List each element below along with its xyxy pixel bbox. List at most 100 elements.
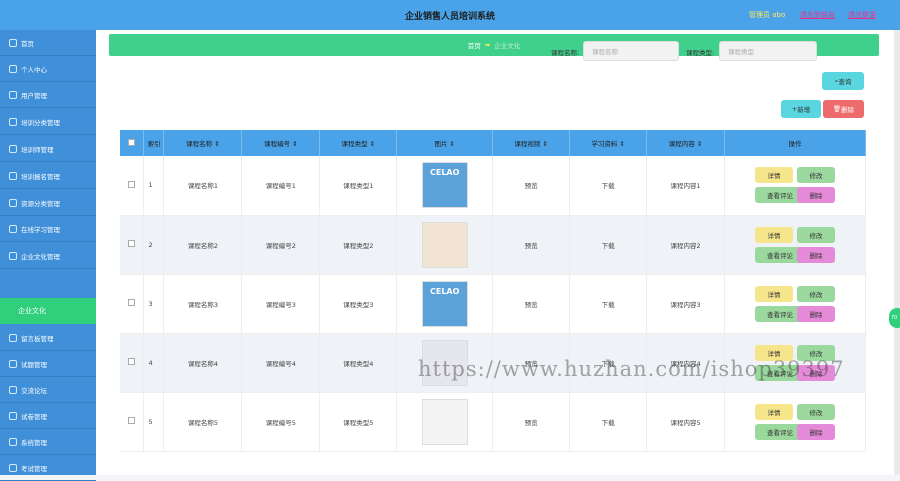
row-type: 课程类型5	[319, 392, 398, 452]
col-picture[interactable]: 图片 ⇕	[396, 130, 494, 156]
sidebar-item-users[interactable]: 用户管理	[0, 82, 96, 108]
sidebar-item-exam[interactable]: 考试管理	[0, 455, 96, 481]
select-all-checkbox[interactable]	[120, 130, 145, 156]
row-picture: CELAO	[396, 156, 494, 216]
row-video-preview[interactable]: 预览	[492, 392, 571, 452]
detail-button[interactable]: 详情	[755, 285, 793, 302]
sidebar-item-resource-category[interactable]: 资源分类管理	[0, 190, 96, 216]
row-video-preview[interactable]: 预览	[492, 215, 571, 275]
row-code: 课程编号5	[241, 392, 321, 452]
sidebar-item-training-category[interactable]: 培训分类管理	[0, 109, 96, 135]
row-type: 课程类型2	[319, 215, 398, 275]
row-picture: CELAO	[396, 274, 494, 334]
row-doc-download[interactable]: 下载	[569, 392, 648, 452]
home-icon	[9, 38, 17, 47]
row-doc-download[interactable]: 下载	[569, 156, 648, 216]
course-table: 索引 课程名称 ⇕ 课程编号 ⇕ 课程类型 ⇕ 图片 ⇕ 课程视频 ⇕ 学习资料…	[120, 130, 866, 452]
add-button[interactable]: + 新增	[781, 100, 821, 118]
row-checkbox[interactable]	[120, 392, 145, 452]
row-checkbox[interactable]	[120, 274, 145, 334]
course-type-label: 课程类型:	[686, 49, 715, 57]
menu-icon	[9, 144, 17, 153]
sidebar-item-system[interactable]: 系统管理	[0, 429, 96, 455]
row-checkbox[interactable]	[120, 156, 145, 216]
table-row: 1 课程名称1 课程编号1 课程类型1 CELAO 预览 下载 课程内容1 详情…	[120, 156, 866, 216]
row-checkbox[interactable]	[120, 215, 145, 275]
menu-icon	[9, 171, 17, 180]
page-scrollbar[interactable]	[894, 30, 900, 475]
row-picture	[396, 392, 494, 452]
edit-button[interactable]: 修改	[797, 226, 835, 243]
watermark: https://www.huzhan.com/ishop39397	[418, 357, 845, 381]
col-name[interactable]: 课程名称 ⇕	[163, 130, 243, 156]
sidebar-item-enroll[interactable]: 培训报名管理	[0, 163, 96, 189]
sidebar-item-questions[interactable]: 试题管理	[0, 351, 96, 377]
course-type-input[interactable]: 课程类型	[719, 41, 817, 61]
row-delete-button[interactable]: 删除	[797, 246, 835, 263]
menu-icon	[9, 359, 17, 368]
row-delete-button[interactable]: 删除	[797, 187, 835, 204]
sidebar-item-papers[interactable]: 试卷管理	[0, 403, 96, 429]
arrow-right-icon: ➡	[484, 41, 491, 49]
row-delete-button[interactable]: 删除	[797, 305, 835, 322]
col-content[interactable]: 课程内容 ⇕	[646, 130, 725, 156]
course-name-label: 课程名称:	[551, 49, 580, 57]
floating-button[interactable]: 70	[889, 308, 900, 328]
breadcrumb-home[interactable]: 首页	[468, 40, 481, 50]
menu-icon	[9, 437, 17, 446]
table-header-row: 索引 课程名称 ⇕ 课程编号 ⇕ 课程类型 ⇕ 图片 ⇕ 课程视频 ⇕ 学习资料…	[120, 130, 866, 156]
course-image	[421, 221, 468, 268]
detail-button[interactable]: 详情	[755, 226, 793, 243]
row-content: 课程内容1	[646, 156, 725, 216]
sidebar-item-message-board[interactable]: 留言板管理	[0, 325, 96, 351]
table-row: 5 课程名称5 课程编号5 课程类型5 预览 下载 课程内容5 详情 修改 查看…	[120, 392, 866, 452]
col-index: 索引	[143, 130, 165, 156]
users-icon	[9, 90, 17, 99]
detail-button[interactable]: 详情	[755, 403, 793, 420]
col-type[interactable]: 课程类型 ⇕	[319, 130, 398, 156]
sidebar-item-profile[interactable]: 个人中心	[0, 56, 96, 82]
col-doc[interactable]: 学习资料 ⇕	[569, 130, 648, 156]
row-name: 课程名称4	[163, 333, 243, 393]
col-actions: 操作	[724, 130, 866, 156]
edit-button[interactable]: 修改	[797, 285, 835, 302]
row-checkbox[interactable]	[120, 333, 145, 393]
col-video[interactable]: 课程视频 ⇕	[492, 130, 571, 156]
logout-link[interactable]: 退出登录	[848, 10, 876, 20]
row-video-preview[interactable]: 预览	[492, 274, 571, 334]
row-doc-download[interactable]: 下载	[569, 274, 648, 334]
table-row: 2 课程名称2 课程编号2 课程类型2 预览 下载 课程内容2 详情 修改 查看…	[120, 215, 866, 275]
sidebar-item-trainer[interactable]: 培训师管理	[0, 136, 96, 162]
row-video-preview[interactable]: 预览	[492, 156, 571, 216]
course-image: CELAO	[421, 162, 468, 209]
course-name-input[interactable]: 课程名称	[583, 41, 679, 61]
detail-button[interactable]: 详情	[755, 167, 793, 184]
sidebar-item-home[interactable]: 首页	[0, 30, 96, 56]
sidebar-subitem-culture[interactable]: 企业文化	[0, 298, 96, 324]
row-delete-button[interactable]: 删除	[797, 423, 835, 440]
row-actions: 详情 修改 查看评论 删除	[724, 392, 866, 452]
menu-icon	[9, 385, 17, 394]
sidebar-item-culture[interactable]: 企业文化管理	[0, 243, 96, 269]
edit-button[interactable]: 修改	[797, 403, 835, 420]
row-index: 4	[143, 333, 165, 393]
row-name: 课程名称5	[163, 392, 243, 452]
row-actions: 详情 修改 查看评论 删除	[724, 274, 866, 334]
row-type: 课程类型4	[319, 333, 398, 393]
row-name: 课程名称1	[163, 156, 243, 216]
row-index: 5	[143, 392, 165, 452]
row-type: 课程类型3	[319, 274, 398, 334]
col-code[interactable]: 课程编号 ⇕	[241, 130, 321, 156]
edit-button[interactable]: 修改	[797, 167, 835, 184]
row-content: 课程内容5	[646, 392, 725, 452]
row-actions: 详情 修改 查看评论 删除	[724, 215, 866, 275]
row-code: 课程编号3	[241, 274, 321, 334]
menu-icon	[9, 411, 17, 420]
sidebar-item-forum[interactable]: 交流论坛	[0, 377, 96, 403]
delete-button[interactable]: 🗑 删除	[823, 100, 864, 118]
row-doc-download[interactable]: 下载	[569, 215, 648, 275]
query-button[interactable]: ⌕ 查询	[822, 72, 864, 90]
sidebar-item-online-learning[interactable]: 在线学习管理	[0, 216, 96, 242]
to-frontend-link[interactable]: 退出到前台	[800, 10, 835, 20]
row-code: 课程编号4	[241, 333, 321, 393]
